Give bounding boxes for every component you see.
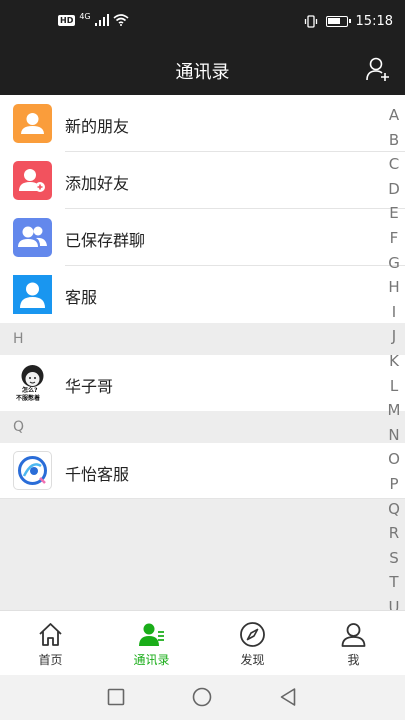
index-letter-f[interactable]: F xyxy=(383,226,405,251)
contact-huazige[interactable]: 怎么? 不服憋着 华子哥 xyxy=(0,355,405,411)
home-icon xyxy=(39,623,62,646)
index-letter-i[interactable]: I xyxy=(383,300,405,325)
hd-badge: HD xyxy=(58,14,76,26)
status-right: 15:18 xyxy=(304,14,393,29)
tab-contacts[interactable]: 通讯录 xyxy=(101,611,202,676)
section-header-h: H xyxy=(0,323,405,355)
contact-qianyi-service[interactable]: 千怡客服 xyxy=(0,443,405,499)
contact-name: 华子哥 xyxy=(65,377,114,396)
index-letter-j[interactable]: J xyxy=(383,324,405,349)
index-letter-b[interactable]: B xyxy=(383,128,405,153)
group-chat-icon xyxy=(13,218,52,257)
index-letter-r[interactable]: R xyxy=(383,521,405,546)
clock: 15:18 xyxy=(355,14,393,29)
new-friends-icon xyxy=(13,104,52,143)
add-friend-item[interactable]: 添加好友 xyxy=(0,152,405,209)
index-letter-h[interactable]: H xyxy=(383,275,405,300)
compass-icon xyxy=(240,622,265,647)
wifi-icon xyxy=(113,14,129,26)
app-header: 通讯录 xyxy=(0,45,405,95)
tab-label: 发现 xyxy=(240,653,265,667)
avatar xyxy=(13,451,52,490)
customer-service-label: 客服 xyxy=(65,288,98,307)
network-type: 4G xyxy=(79,11,91,21)
index-letter-p[interactable]: P xyxy=(383,472,405,497)
index-letter-q[interactable]: Q xyxy=(383,497,405,522)
battery-icon xyxy=(325,16,351,27)
index-letter-t[interactable]: T xyxy=(383,570,405,595)
contacts-icon xyxy=(139,623,164,646)
index-letter-d[interactable]: D xyxy=(383,177,405,202)
tab-label: 通讯录 xyxy=(133,653,170,667)
new-friends-label: 新的朋友 xyxy=(65,117,130,136)
index-letter-a[interactable]: A xyxy=(383,103,405,128)
index-letter-c[interactable]: C xyxy=(383,152,405,177)
divider xyxy=(0,498,405,499)
tab-discover[interactable]: 发现 xyxy=(202,611,303,676)
recent-apps-button[interactable] xyxy=(107,688,125,706)
index-letter-k[interactable]: K xyxy=(383,349,405,374)
signal-icon xyxy=(94,14,109,26)
saved-group-chats-label: 已保存群聊 xyxy=(65,231,146,250)
vibrate-icon xyxy=(304,15,317,28)
status-bar: HD 4G 15:18 xyxy=(0,0,405,45)
avatar-caption-bottom: 不服憋着 xyxy=(16,395,41,402)
contacts-list[interactable]: 新的朋友 添加好友 已保存群聊 客服 H 怎么? 不服憋着 华子哥 Q 千怡客服 xyxy=(0,95,405,610)
add-friend-icon xyxy=(13,161,52,200)
status-left: HD 4G xyxy=(58,11,129,26)
section-letter: Q xyxy=(13,419,25,435)
back-button[interactable] xyxy=(279,687,297,707)
new-friends-item[interactable]: 新的朋友 xyxy=(0,95,405,152)
index-letter-u[interactable]: U xyxy=(383,595,405,610)
avatar: 怎么? 不服憋着 xyxy=(13,363,52,402)
home-button[interactable] xyxy=(192,687,212,707)
alphabet-index[interactable]: ABCDEFGHIJKLMNOPQRSTU xyxy=(383,103,405,610)
tab-label: 首页 xyxy=(38,653,63,667)
index-letter-m[interactable]: M xyxy=(383,398,405,423)
add-friend-label: 添加好友 xyxy=(65,174,130,193)
index-letter-s[interactable]: S xyxy=(383,546,405,571)
page-title: 通讯录 xyxy=(175,62,230,83)
tab-me[interactable]: 我 xyxy=(303,611,404,676)
add-contact-button[interactable] xyxy=(365,56,391,82)
index-letter-o[interactable]: O xyxy=(383,447,405,472)
saved-group-chats-item[interactable]: 已保存群聊 xyxy=(0,209,405,266)
battery-level xyxy=(327,18,341,24)
tab-home[interactable]: 首页 xyxy=(0,611,101,676)
section-letter: H xyxy=(13,331,24,347)
index-letter-e[interactable]: E xyxy=(383,201,405,226)
index-letter-l[interactable]: L xyxy=(383,374,405,399)
customer-service-item[interactable]: 客服 xyxy=(0,266,405,323)
index-letter-n[interactable]: N xyxy=(383,423,405,448)
index-letter-g[interactable]: G xyxy=(383,251,405,276)
tab-label: 我 xyxy=(347,653,360,667)
customer-service-icon xyxy=(13,275,52,314)
system-nav-bar xyxy=(0,675,405,720)
profile-icon xyxy=(341,623,366,647)
contact-name: 千怡客服 xyxy=(65,465,130,484)
bottom-tab-bar: 首页 通讯录 发现 我 xyxy=(0,610,405,675)
section-header-q: Q xyxy=(0,411,405,443)
